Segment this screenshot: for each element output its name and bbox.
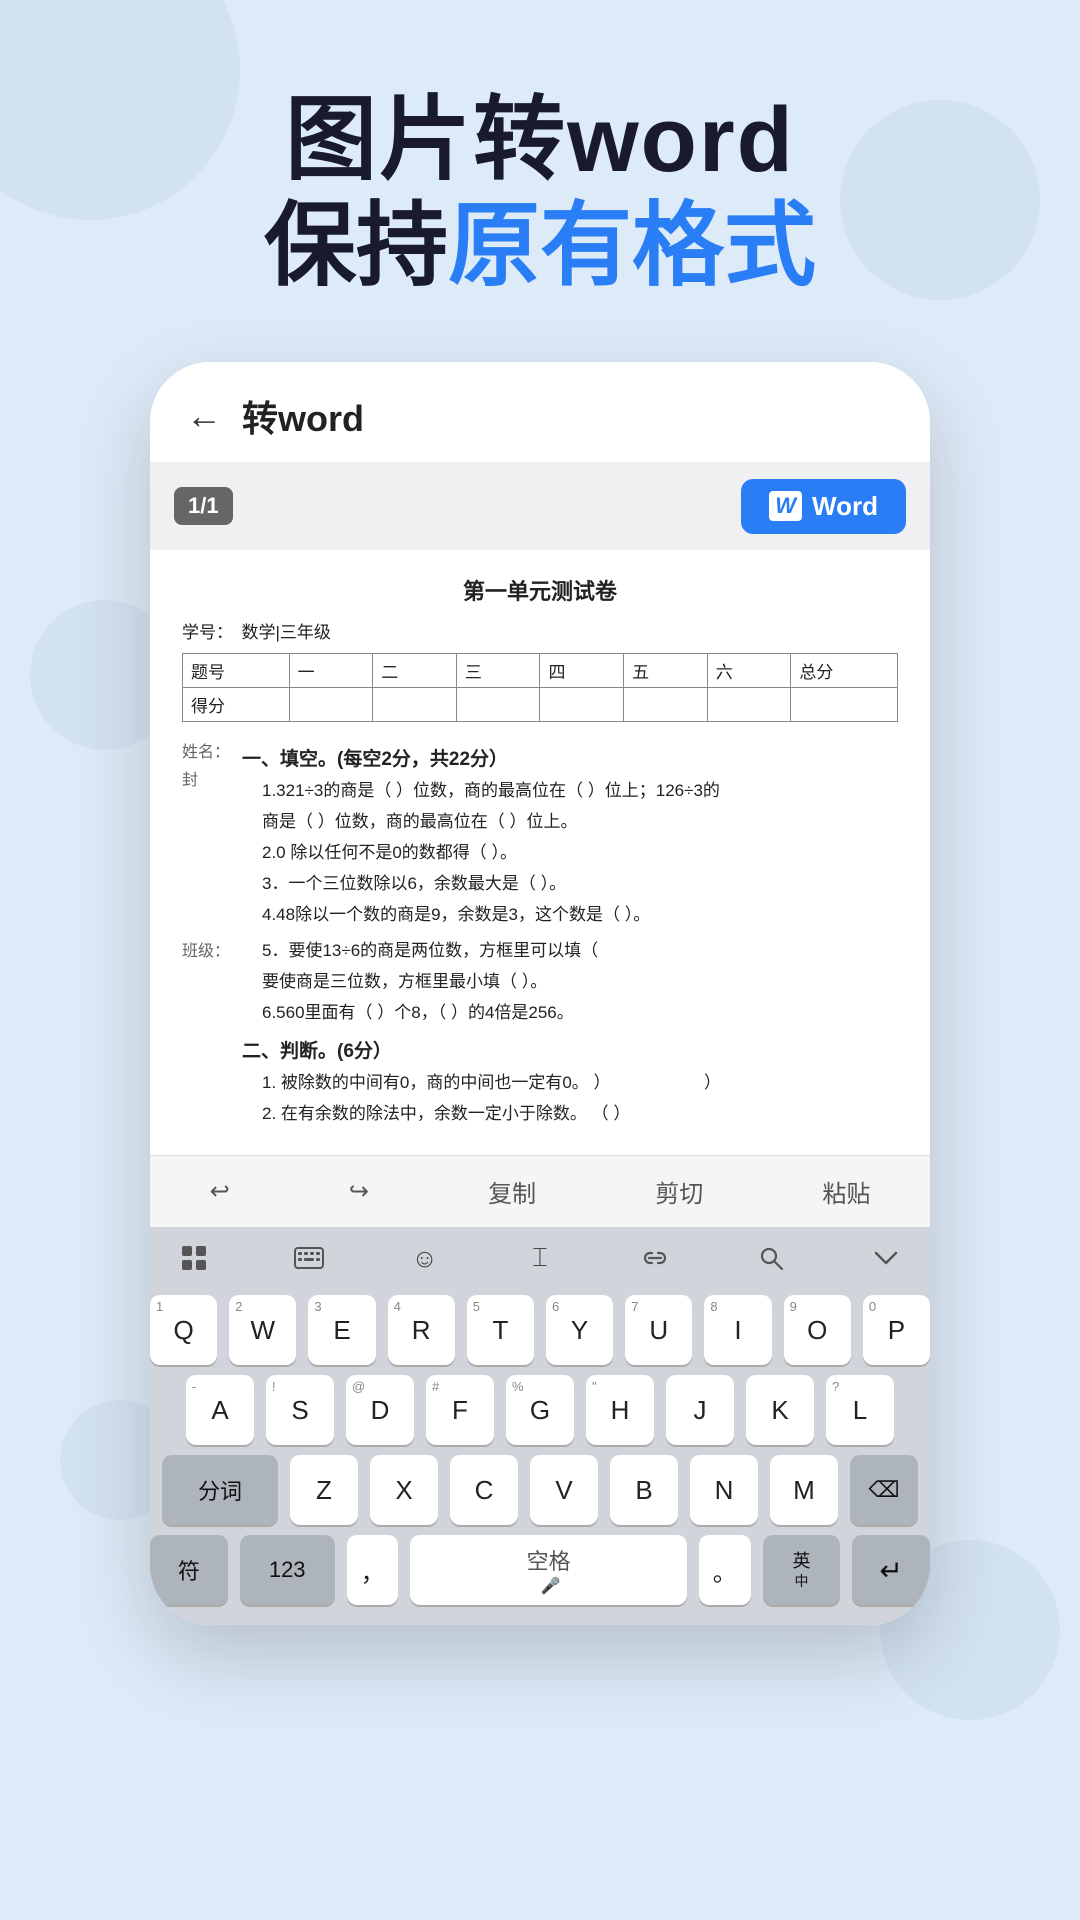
- key-A[interactable]: -A: [186, 1375, 254, 1445]
- chevron-down-icon[interactable]: [858, 1237, 914, 1279]
- key-U[interactable]: 7U: [625, 1295, 692, 1365]
- question-1-cont: 商是（ ）位数，商的最高位在（ ）位上。: [262, 808, 898, 835]
- key-X[interactable]: X: [370, 1455, 438, 1525]
- question-2: 2.0 除以任何不是0的数都得（ ）。: [262, 839, 898, 866]
- key-B[interactable]: B: [610, 1455, 678, 1525]
- keyboard-icon[interactable]: [281, 1237, 337, 1279]
- key-R[interactable]: 4R: [388, 1295, 455, 1365]
- back-button[interactable]: ←: [186, 395, 222, 437]
- edit-toolbar: ↩ ↪ 复制 剪切 粘贴: [150, 1155, 930, 1227]
- document-content: 第一单元测试卷 学号： 数学|三年级 题号 一 二 三 四 五 六 总分 得分: [150, 550, 930, 1156]
- question-6: 6.560里面有（ ）个8，（ ）的4倍是256。: [262, 999, 721, 1026]
- headline-line2-highlight: 原有格式: [448, 195, 816, 297]
- key-Z[interactable]: Z: [290, 1455, 358, 1525]
- key-V[interactable]: V: [530, 1455, 598, 1525]
- question-1: 1.321÷3的商是（ ）位数，商的最高位在（ ）位上；126÷3的: [262, 777, 898, 804]
- copy-button[interactable]: 复制: [472, 1170, 552, 1213]
- key-L[interactable]: ?L: [826, 1375, 894, 1445]
- question-5-cont: 要使商是三位数，方框里最小填（ ）。: [262, 968, 721, 995]
- key-symbol[interactable]: 符: [150, 1535, 228, 1605]
- key-W[interactable]: 2W: [229, 1295, 296, 1365]
- key-N[interactable]: N: [690, 1455, 758, 1525]
- key-T[interactable]: 5T: [467, 1295, 534, 1365]
- doc-title: 第一单元测试卷: [182, 574, 898, 606]
- key-P[interactable]: 0P: [863, 1295, 930, 1365]
- section-2-title: 二、判断。(6分）: [242, 1036, 721, 1063]
- question-7: 1. 被除数的中间有0，商的中间也一定有0。 ） ）: [262, 1069, 721, 1096]
- key-123[interactable]: 123: [240, 1535, 335, 1605]
- key-D[interactable]: @D: [346, 1375, 414, 1445]
- key-O[interactable]: 9O: [784, 1295, 851, 1365]
- question-5: 5．要使13÷6的商是两位数，方框里可以填（: [262, 937, 721, 964]
- link-icon[interactable]: [627, 1237, 683, 1279]
- screen-title: 转word: [242, 390, 364, 442]
- key-Q[interactable]: 1Q: [150, 1295, 217, 1365]
- paste-button[interactable]: 粘贴: [806, 1170, 886, 1213]
- key-enter[interactable]: ↵: [852, 1535, 930, 1605]
- key-I[interactable]: 8I: [704, 1295, 771, 1365]
- undo-button[interactable]: ↩: [194, 1173, 246, 1210]
- keyboard-row-2: -A !S @D #F %G "H J K ?L: [150, 1375, 930, 1445]
- key-Y[interactable]: 6Y: [546, 1295, 613, 1365]
- keyboard-row-4: 符 123 ， 空格 🎤 。 英中 ↵: [150, 1535, 930, 1605]
- seal-label: 封: [182, 766, 232, 790]
- key-comma[interactable]: ，: [347, 1535, 399, 1605]
- keyboard-toolbar: ☺ ⌶: [150, 1227, 930, 1289]
- doc-table: 题号 一 二 三 四 五 六 总分 得分: [182, 653, 898, 722]
- key-J[interactable]: J: [666, 1375, 734, 1445]
- key-lang[interactable]: 英中: [763, 1535, 841, 1605]
- question-4: 4.48除以一个数的商是9，余数是3，这个数是（ ）。: [262, 901, 898, 928]
- page-badge: 1/1: [174, 487, 233, 525]
- phone-mockup: ← 转word 1/1 W Word 第一单元测试卷 学号： 数学|三年级 题号…: [150, 362, 930, 1626]
- cursor-icon[interactable]: ⌶: [512, 1237, 568, 1279]
- key-K[interactable]: K: [746, 1375, 814, 1445]
- key-F[interactable]: #F: [426, 1375, 494, 1445]
- key-fenci[interactable]: 分词: [162, 1455, 278, 1525]
- key-space[interactable]: 空格 🎤: [410, 1535, 686, 1605]
- key-G[interactable]: %G: [506, 1375, 574, 1445]
- key-S[interactable]: !S: [266, 1375, 334, 1445]
- phone-top-bar: ← 转word: [150, 362, 930, 463]
- search-icon[interactable]: [743, 1237, 799, 1279]
- grid-icon[interactable]: [166, 1237, 222, 1279]
- word-export-button[interactable]: W Word: [741, 479, 906, 534]
- cut-button[interactable]: 剪切: [639, 1170, 719, 1213]
- key-H[interactable]: "H: [586, 1375, 654, 1445]
- word-icon: W: [769, 491, 802, 521]
- class-side-label: 班级：: [182, 937, 232, 961]
- redo-button[interactable]: ↪: [333, 1173, 385, 1210]
- key-C[interactable]: C: [450, 1455, 518, 1525]
- key-M[interactable]: M: [770, 1455, 838, 1525]
- section-1-title: 一、填空。(每空2分，共22分）: [242, 744, 898, 771]
- emoji-icon[interactable]: ☺: [397, 1237, 453, 1279]
- keyboard-row-3: 分词 Z X C V B N M ⌫: [150, 1455, 930, 1525]
- key-E[interactable]: 3E: [308, 1295, 375, 1365]
- question-3: 3．一个三位数除以6，余数最大是（ ）。: [262, 870, 898, 897]
- question-8: 2. 在有余数的除法中，余数一定小于除数。 （ ）: [262, 1100, 721, 1127]
- word-button-label: Word: [812, 491, 878, 522]
- keyboard-row-1: 1Q 2W 3E 4R 5T 6Y 7U 8I 9O 0P: [150, 1295, 930, 1365]
- key-delete[interactable]: ⌫: [850, 1455, 918, 1525]
- keyboard: 1Q 2W 3E 4R 5T 6Y 7U 8I 9O 0P -A !S @D #…: [150, 1289, 930, 1625]
- name-side-label: 姓名：: [182, 738, 232, 762]
- headline-line2-before: 保持: [264, 195, 448, 297]
- doc-subject-label: 学号： 数学|三年级: [182, 618, 331, 643]
- key-period[interactable]: 。: [699, 1535, 751, 1605]
- doc-toolbar: 1/1 W Word: [150, 463, 930, 550]
